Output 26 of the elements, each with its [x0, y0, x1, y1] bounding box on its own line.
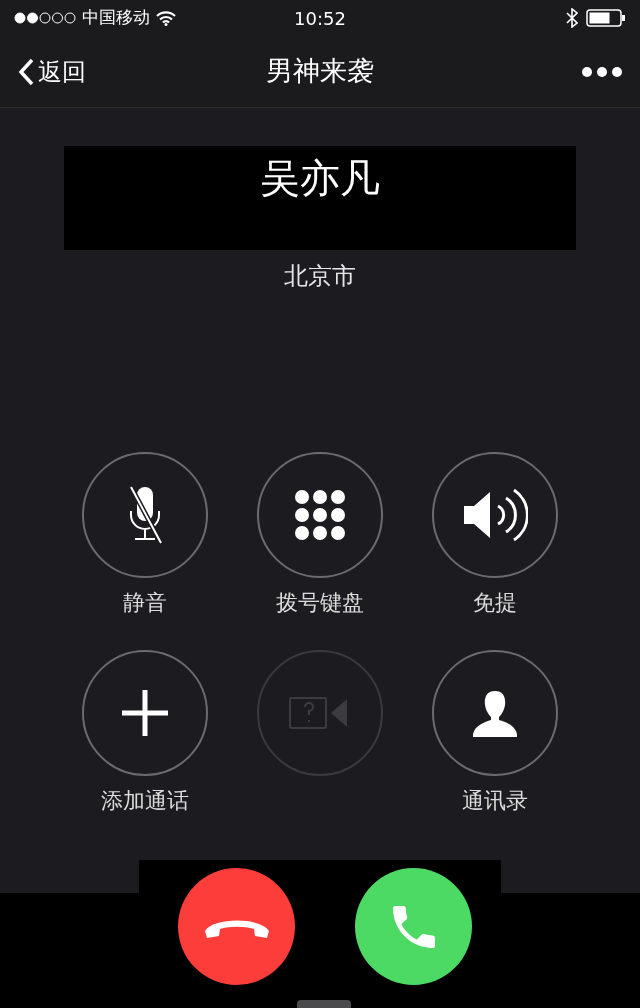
carrier-name: 中国移动	[82, 6, 150, 30]
call-option-button[interactable]	[432, 650, 559, 776]
option-label: 添加通话	[100, 786, 189, 815]
chevron-left-icon	[18, 57, 34, 86]
home-indicator	[297, 1000, 351, 1008]
call-option-button[interactable]	[81, 452, 208, 578]
nav-title: 男神来袭	[265, 54, 375, 89]
battery-icon	[586, 9, 626, 27]
option-label: 通讯录	[462, 786, 529, 815]
call-option-button[interactable]	[81, 650, 208, 776]
call-option-button[interactable]	[257, 452, 383, 578]
person-icon	[471, 689, 520, 737]
signal-icon	[14, 12, 76, 24]
caller-location: 北京市	[284, 261, 356, 292]
wifi-icon	[156, 10, 176, 26]
option-label: 免提	[473, 588, 518, 617]
call-option-button[interactable]	[432, 452, 559, 578]
status-time: 10:52	[293, 6, 347, 31]
option-label: 拨号键盘	[276, 588, 364, 617]
caller-name: 吴亦凡	[260, 154, 380, 203]
plus-icon	[121, 690, 168, 736]
option-label: 静音	[122, 588, 167, 617]
back-button[interactable]: 返回	[18, 53, 158, 90]
bluetooth-icon	[566, 8, 578, 28]
keypad-icon	[294, 489, 346, 541]
speaker-icon	[462, 486, 529, 544]
